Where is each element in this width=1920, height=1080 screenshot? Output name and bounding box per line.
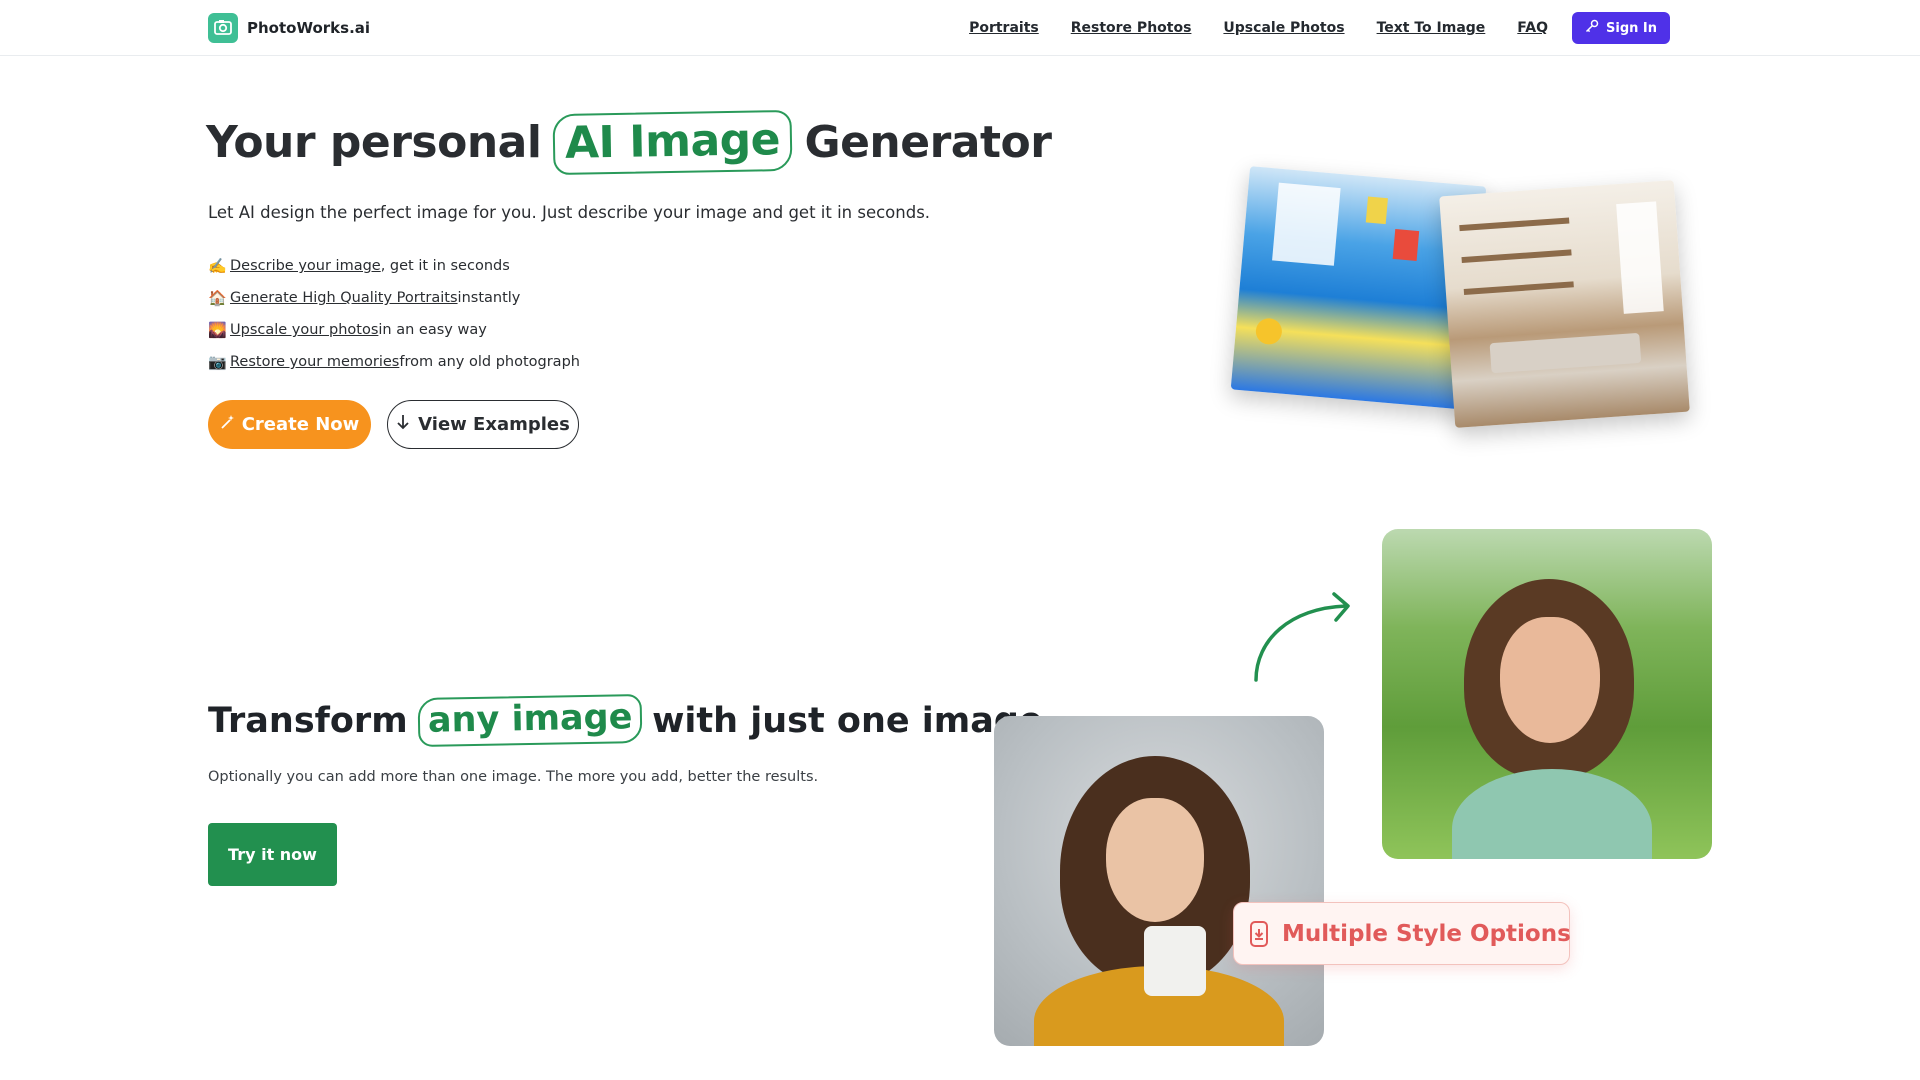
feature-link-describe[interactable]: Describe your image [230, 258, 381, 274]
feature-link-restore[interactable]: Restore your memories [230, 354, 399, 370]
living-room-image [1439, 180, 1690, 428]
arrow-down-icon [396, 414, 410, 435]
sunrise-icon: 🌄 [208, 321, 227, 339]
view-examples-button[interactable]: View Examples [387, 400, 579, 449]
transform-title-before: Transform [208, 700, 408, 741]
hero-title-highlight: AI Image [552, 109, 793, 176]
nav-link-text-to-image[interactable]: Text To Image [1377, 20, 1486, 36]
transform-title: Transform any image with just one image. [208, 694, 1056, 747]
hero-subtitle: Let AI design the perfect image for you.… [208, 203, 931, 222]
house-icon: 🏠 [208, 289, 227, 307]
top-navbar: PhotoWorks.ai Portraits Restore Photos U… [0, 0, 1920, 56]
hero-title-after: Generator [804, 117, 1052, 168]
hero-title-before: Your personal [206, 117, 542, 168]
feature-text: instantly [457, 290, 521, 306]
feature-item: 🏠 Generate High Quality Portraits instan… [208, 282, 580, 314]
view-examples-label: View Examples [418, 414, 570, 435]
sign-in-button[interactable]: Sign In [1572, 12, 1670, 44]
feature-item: ✍️ Describe your image , get it in secon… [208, 250, 580, 282]
nav-link-portraits[interactable]: Portraits [969, 20, 1039, 36]
feature-list: ✍️ Describe your image , get it in secon… [208, 250, 580, 378]
sign-in-label: Sign In [1606, 20, 1657, 36]
original-portrait-image [994, 716, 1324, 1046]
style-options-badge: Multiple Style Options [1233, 902, 1571, 965]
try-it-now-button[interactable]: Try it now [208, 823, 337, 886]
camera-logo-icon [208, 13, 238, 43]
brand-name: PhotoWorks.ai [247, 19, 371, 37]
hero-title: Your personal AI Image Generator [206, 109, 1052, 176]
curved-arrow-icon [1254, 592, 1350, 682]
create-now-label: Create Now [241, 414, 360, 435]
magic-wand-icon [220, 414, 236, 435]
style-options-icon [1250, 920, 1268, 947]
feature-text: in an easy way [378, 322, 487, 338]
feature-link-portraits[interactable]: Generate High Quality Portraits [230, 290, 458, 306]
brand-logo-link[interactable]: PhotoWorks.ai [208, 13, 370, 43]
style-options-label: Multiple Style Options [1282, 920, 1571, 947]
main-nav: Portraits Restore Photos Upscale Photos … [937, 12, 1670, 44]
key-icon [1585, 19, 1599, 37]
feature-link-upscale[interactable]: Upscale your photos [230, 322, 378, 338]
transform-subtitle: Optionally you can add more than one ima… [208, 769, 819, 785]
nav-link-faq[interactable]: FAQ [1517, 20, 1548, 36]
transform-title-highlight: any image [417, 694, 643, 747]
feature-item: 🌄 Upscale your photos in an easy way [208, 314, 580, 346]
feature-text: from any old photograph [399, 354, 580, 370]
nav-link-restore-photos[interactable]: Restore Photos [1071, 20, 1192, 36]
camera-icon: 📷 [208, 353, 227, 371]
writing-hand-icon: ✍️ [208, 257, 227, 275]
styled-portrait-image [1382, 529, 1712, 859]
nav-link-upscale-photos[interactable]: Upscale Photos [1223, 20, 1344, 36]
create-now-button[interactable]: Create Now [208, 400, 371, 449]
feature-item: 📷 Restore your memories from any old pho… [208, 346, 580, 378]
feature-text: , get it in seconds [380, 258, 510, 274]
